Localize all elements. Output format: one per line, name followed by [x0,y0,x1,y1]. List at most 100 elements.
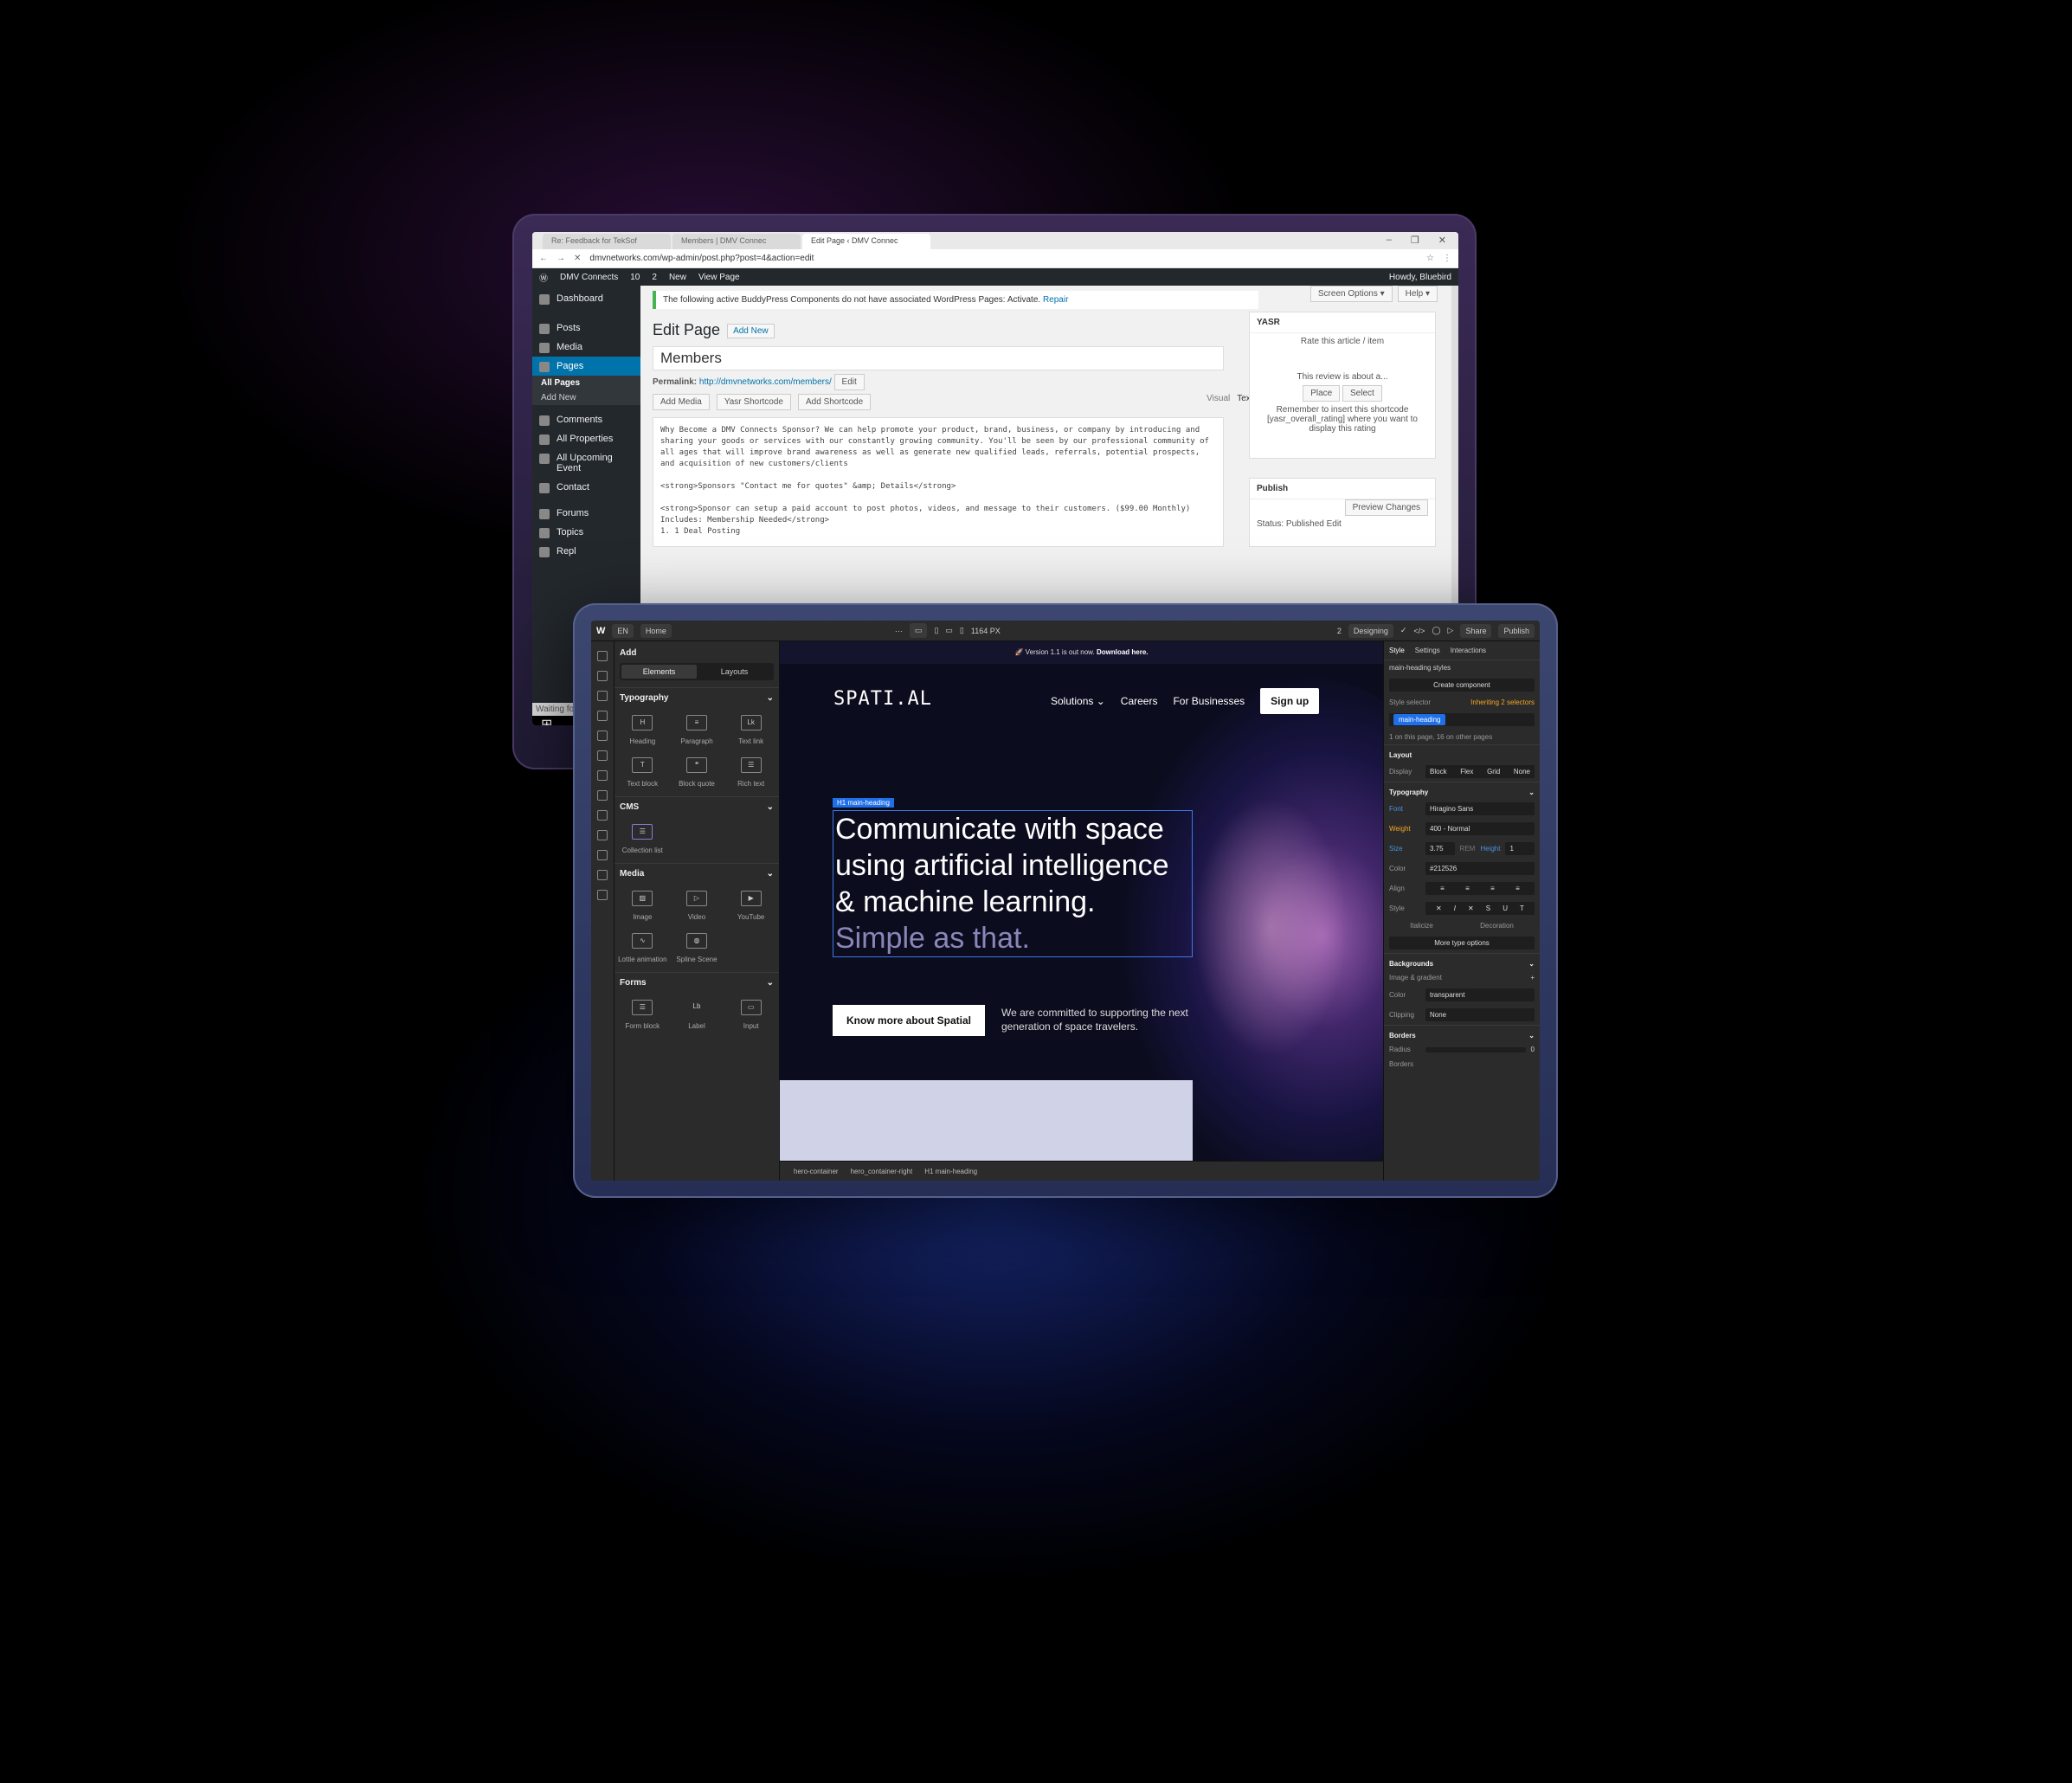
align-right-icon[interactable]: ≡ [1490,885,1495,892]
landscape-breakpoint-icon[interactable]: ▭ [945,626,953,635]
style-toggle[interactable]: ✕ I ✕ S U T [1425,902,1535,915]
signup-button[interactable]: Sign up [1260,688,1320,714]
howdy-link[interactable]: Howdy, Bluebird [1389,273,1451,282]
strikethrough-icon[interactable]: S [1486,904,1490,912]
display-block[interactable]: Block [1430,768,1447,776]
tab-elements[interactable]: Elements [621,665,697,679]
preview-icon[interactable]: ▷ [1448,626,1454,635]
more-icon[interactable]: ··· [895,627,903,635]
breadcrumb-item[interactable]: hero-container [794,1168,839,1175]
add-media-button[interactable]: Add Media [653,394,710,410]
assets-icon[interactable] [597,770,608,781]
height-input[interactable]: 1 [1505,842,1535,855]
variables-icon[interactable] [597,731,608,741]
inheriting-label[interactable]: Inheriting 2 selectors [1470,698,1535,706]
display-toggle[interactable]: Block Flex Grid None [1425,765,1535,778]
create-component-button[interactable]: Create component [1389,679,1535,692]
close-icon[interactable]: ✕ [1438,235,1446,246]
check-icon[interactable]: ✓ [1400,626,1407,635]
breadcrumb-item[interactable]: H1 main-heading [924,1168,977,1175]
new-link[interactable]: New [669,273,686,282]
users-icon[interactable] [597,830,608,840]
align-left-icon[interactable]: ≡ [1440,885,1445,892]
comments-count[interactable]: 2 [652,273,657,282]
site-logo[interactable]: SPATI.AL [833,688,932,710]
share-button[interactable]: Share [1460,623,1492,638]
title-input[interactable]: Members [653,346,1224,370]
section-media[interactable]: Media ⌄ [615,863,779,884]
desktop-breakpoint-icon[interactable]: ▭ [909,623,928,638]
menu-item-pages[interactable]: Pages [532,357,640,376]
submenu-all-pages[interactable]: All Pages [532,376,640,390]
star-icon[interactable]: ☆ [1426,254,1434,263]
submenu-add-new[interactable]: Add New [532,390,640,405]
input-element[interactable]: ▭ Input [724,1000,777,1030]
menu-item-events[interactable]: All Upcoming Event [532,448,640,478]
cms-icon[interactable] [597,790,608,801]
bg-color-input[interactable]: transparent [1425,988,1535,1001]
repair-link[interactable]: Repair [1043,295,1068,305]
menu-item-properties[interactable]: All Properties [532,429,640,448]
heading-element[interactable]: H Heading [616,715,669,745]
tab-visual[interactable]: Visual [1207,394,1230,410]
browser-tab[interactable]: Re: Feedback for TekSof [543,234,671,249]
radius-value[interactable]: 0 [1531,1046,1535,1053]
menu-icon[interactable]: ⋮ [1443,254,1451,263]
menu-item-comments[interactable]: Comments [532,410,640,429]
yasr-shortcode-button[interactable]: Yasr Shortcode [716,394,791,410]
menu-item-forums[interactable]: Forums [532,504,640,523]
add-shortcode-button[interactable]: Add Shortcode [798,394,872,410]
preview-changes-button[interactable]: Preview Changes [1344,499,1428,516]
spline-element[interactable]: ◍ Spline Scene [671,933,724,963]
minimize-icon[interactable]: – [1387,235,1392,246]
permalink-edit-button[interactable]: Edit [833,374,865,390]
banner-link[interactable]: Download here. [1097,648,1149,656]
url-input[interactable]: dmvnetworks.com/wp-admin/post.php?post=4… [589,254,1418,263]
color-input[interactable]: #212526 [1425,862,1535,875]
label-element[interactable]: Lb Label [671,1000,724,1030]
none-icon[interactable]: ✕ [1468,904,1474,912]
display-grid[interactable]: Grid [1487,768,1500,776]
section-cms[interactable]: CMS ⌄ [615,796,779,817]
section-layout[interactable]: Layout [1384,744,1540,762]
nav-careers[interactable]: Careers [1121,695,1158,707]
forward-icon[interactable]: → [557,254,565,263]
section-typography[interactable]: Typography ⌄ [615,687,779,708]
lottie-element[interactable]: ∿ Lottie animation [616,933,669,963]
youtube-element[interactable]: ▶ YouTube [724,891,777,921]
locale-select[interactable]: EN [612,623,634,638]
tab-interactions[interactable]: Interactions [1451,647,1486,654]
site-name-link[interactable]: DMV Connects [560,273,618,282]
align-toggle[interactable]: ≡ ≡ ≡ ≡ [1425,882,1535,895]
wordpress-logo-icon[interactable]: Ⓦ [539,271,548,284]
size-unit[interactable]: REM [1460,845,1476,853]
pages-icon[interactable] [597,671,608,681]
clipping-select[interactable]: None [1425,1008,1535,1021]
menu-item-contact[interactable]: Contact [532,478,640,497]
menu-item-media[interactable]: Media [532,338,640,357]
code-icon[interactable]: </> [1413,627,1425,635]
mode-select[interactable]: Designing [1348,623,1393,638]
section-borders[interactable]: Borders ⌄ [1384,1025,1540,1042]
weight-select[interactable]: 400 - Normal [1425,822,1535,835]
browser-tab[interactable]: Members | DMV Connec [672,234,801,249]
plus-icon[interactable]: + [1530,974,1535,982]
ecommerce-icon[interactable] [597,850,608,860]
comment-icon[interactable]: ◯ [1432,626,1440,635]
overline-icon[interactable]: T [1520,904,1524,912]
collaborators-count[interactable]: 2 [1337,627,1342,635]
menu-item-posts[interactable]: Posts [532,319,640,338]
image-element[interactable]: ▨ Image [616,891,669,921]
menu-item-replies[interactable]: Repl [532,542,640,561]
help-button[interactable]: Help ▾ [1397,286,1438,302]
paragraph-element[interactable]: ≡ Paragraph [671,715,724,745]
page-select[interactable]: Home [640,623,672,638]
display-flex[interactable]: Flex [1460,768,1473,776]
tab-style[interactable]: Style [1389,647,1405,654]
font-select[interactable]: Hiragino Sans [1425,802,1535,815]
tab-layouts[interactable]: Layouts [697,665,772,679]
nav-businesses[interactable]: For Businesses [1173,695,1245,707]
align-center-icon[interactable]: ≡ [1465,885,1470,892]
text-link-element[interactable]: Lk Text link [724,715,777,745]
rich-text-element[interactable]: ☰ Rich text [724,757,777,788]
